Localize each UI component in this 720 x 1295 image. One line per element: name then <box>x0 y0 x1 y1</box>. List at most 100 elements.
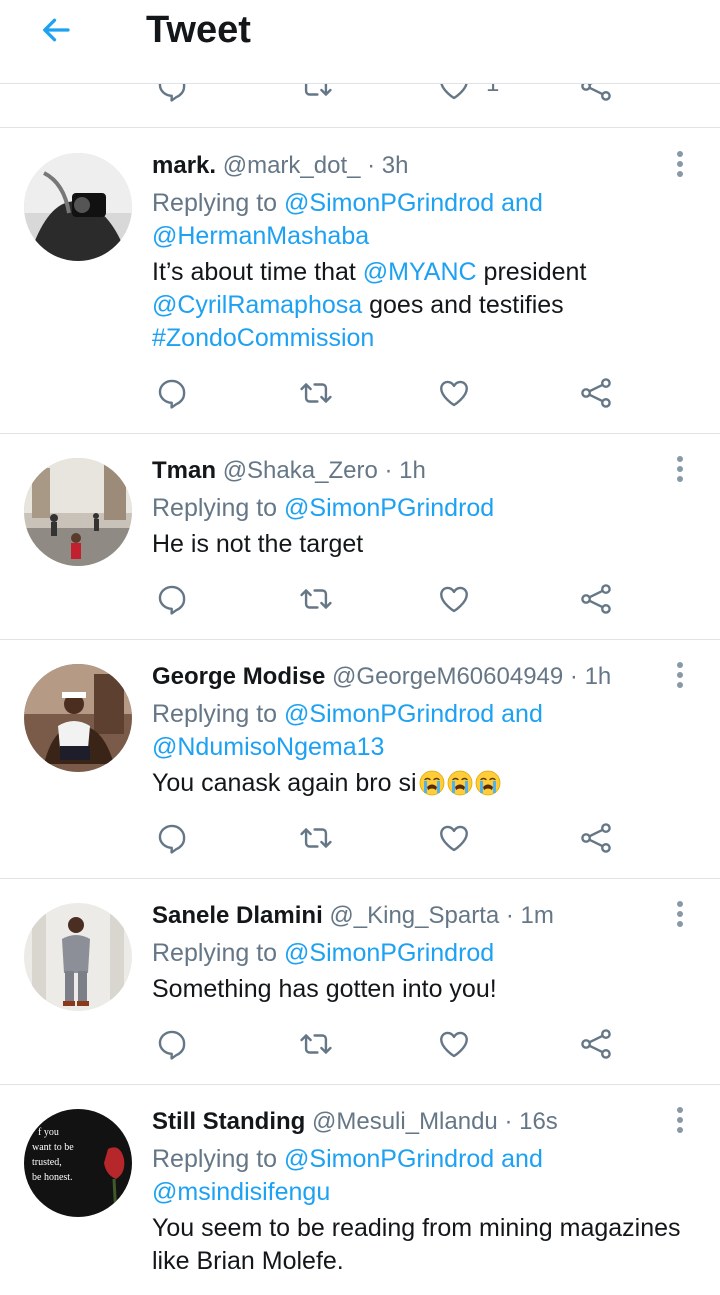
arrow-left-icon <box>43 18 70 42</box>
avatar[interactable] <box>24 903 132 1011</box>
avatar-quote-line: want to be <box>32 1142 74 1153</box>
reply-tweet[interactable]: mark. @mark_dot_ · 3h Replying to @Simon… <box>0 129 720 434</box>
more-vertical-icon <box>677 1107 683 1113</box>
heart-icon <box>437 84 471 103</box>
like-button[interactable] <box>434 818 474 858</box>
more-options-button[interactable] <box>666 454 694 484</box>
more-options-button[interactable] <box>666 660 694 690</box>
replying-to-label: Replying to <box>152 939 285 967</box>
share-icon <box>579 84 613 103</box>
back-button[interactable] <box>26 8 86 52</box>
reply-tweet[interactable]: f you want to be trusted, be honest. Sti… <box>0 1085 720 1295</box>
replying-to: Replying to @SimonPGrindrod and @HermanM… <box>152 187 672 253</box>
retweet-icon <box>299 582 333 616</box>
reply-button[interactable] <box>152 84 192 106</box>
reply-button[interactable] <box>152 373 192 413</box>
more-options-button[interactable] <box>666 149 694 179</box>
tweet-author-line: Sanele Dlamini @_King_Sparta · 1m <box>152 901 554 931</box>
reply-icon <box>155 821 189 855</box>
share-icon <box>579 821 613 855</box>
mention-link[interactable]: @MYANC <box>363 258 477 286</box>
retweet-button[interactable] <box>296 84 336 106</box>
like-button[interactable] <box>434 579 474 619</box>
hashtag-link[interactable]: #ZondoCommission <box>152 324 374 352</box>
more-options-button[interactable] <box>666 1105 694 1135</box>
page-title: Tweet <box>146 9 251 51</box>
author-name[interactable]: Still Standing <box>152 1108 305 1135</box>
like-button[interactable] <box>434 373 474 413</box>
retweet-button[interactable] <box>296 818 336 858</box>
loudly-crying-face-emoji <box>475 770 501 796</box>
more-vertical-icon <box>677 456 683 462</box>
mention-link[interactable]: @CyrilRamaphosa <box>152 291 362 319</box>
share-button[interactable] <box>576 373 616 413</box>
reply-mention-link[interactable]: @HermanMashaba <box>152 222 369 250</box>
share-icon <box>579 582 613 616</box>
reply-button[interactable] <box>152 579 192 619</box>
author-handle-time: @Mesuli_Mlandu · 16s <box>312 1108 558 1135</box>
tweet-text: You canask again bro si <box>152 767 697 800</box>
replying-to: Replying to @SimonPGrindrod <box>152 937 672 970</box>
tweet-text: Something has gotten into you! <box>152 975 497 1003</box>
reply-icon <box>155 1027 189 1061</box>
reply-tweet[interactable]: Sanele Dlamini @_King_Sparta · 1m Replyi… <box>0 879 720 1085</box>
avatar[interactable]: f you want to be trusted, be honest. <box>24 1109 132 1217</box>
reply-icon <box>155 376 189 410</box>
share-button[interactable] <box>576 818 616 858</box>
avatar-quote-line: trusted, <box>32 1157 62 1168</box>
avatar[interactable] <box>24 458 132 566</box>
tweet-author-line: George Modise @GeorgeM60604949 · 1h <box>152 662 611 692</box>
retweet-button[interactable] <box>296 1024 336 1064</box>
app-header: Tweet <box>0 0 720 84</box>
reply-mention-link[interactable]: @SimonPGrindrod <box>284 939 494 967</box>
reply-mention-link[interactable]: @SimonPGrindrod <box>284 494 494 522</box>
reply-button[interactable] <box>152 1024 192 1064</box>
replying-to-label: Replying to <box>152 700 285 728</box>
author-handle-time: @_King_Sparta · 1m <box>329 902 554 929</box>
reply-mention-link[interactable]: @NdumisoNgema13 <box>152 733 384 761</box>
like-button[interactable] <box>434 1024 474 1064</box>
reply-mention-link[interactable]: @msindisifengu <box>152 1178 330 1206</box>
share-icon <box>579 1027 613 1061</box>
share-button[interactable] <box>576 579 616 619</box>
reply-mention-link[interactable]: @SimonPGrindrod and <box>284 700 543 728</box>
more-vertical-icon <box>677 662 683 668</box>
reply-tweet[interactable]: Tman @Shaka_Zero · 1h Replying to @Simon… <box>0 434 720 640</box>
reply-button[interactable] <box>152 818 192 858</box>
reply-mention-link[interactable]: @SimonPGrindrod and <box>284 1145 543 1173</box>
author-name[interactable]: George Modise <box>152 663 325 690</box>
author-name[interactable]: Sanele Dlamini <box>152 902 323 929</box>
heart-icon <box>437 1027 471 1061</box>
heart-icon <box>437 376 471 410</box>
more-vertical-icon <box>677 901 683 907</box>
retweet-button[interactable] <box>296 579 336 619</box>
avatar[interactable] <box>24 664 132 772</box>
retweet-button[interactable] <box>296 373 336 413</box>
share-button[interactable] <box>576 1024 616 1064</box>
reply-icon <box>155 84 189 103</box>
prev-tweet-action-bar: 1 <box>0 84 720 128</box>
loudly-crying-face-emoji <box>447 770 473 796</box>
tweet-author-line: mark. @mark_dot_ · 3h <box>152 151 409 181</box>
author-handle-time: @Shaka_Zero · 1h <box>222 457 426 484</box>
reply-icon <box>155 582 189 616</box>
avatar-quote-line: be honest. <box>32 1172 73 1183</box>
tweet-text: You seem to be reading from mining magaz… <box>152 1214 681 1275</box>
avatar-quote-line: f you <box>38 1127 59 1138</box>
replying-to-label: Replying to <box>152 189 285 217</box>
author-name[interactable]: mark. <box>152 152 216 179</box>
author-name[interactable]: Tman <box>152 457 216 484</box>
reply-mention-link[interactable]: @SimonPGrindrod and <box>284 189 543 217</box>
tweet-text: He is not the target <box>152 530 364 558</box>
author-handle-time: @mark_dot_ · 3h <box>222 152 409 179</box>
avatar[interactable] <box>24 153 132 261</box>
share-button[interactable] <box>576 84 616 106</box>
like-button[interactable] <box>434 84 474 106</box>
replying-to-label: Replying to <box>152 494 285 522</box>
reply-tweet[interactable]: George Modise @GeorgeM60604949 · 1h Repl… <box>0 640 720 879</box>
more-options-button[interactable] <box>666 899 694 929</box>
replying-to: Replying to @SimonPGrindrod and @msindis… <box>152 1143 672 1209</box>
replying-to: Replying to @SimonPGrindrod and @Ndumiso… <box>152 698 672 764</box>
share-icon <box>579 376 613 410</box>
tweet-text: It’s about time that @MYANC president @C… <box>152 258 587 352</box>
